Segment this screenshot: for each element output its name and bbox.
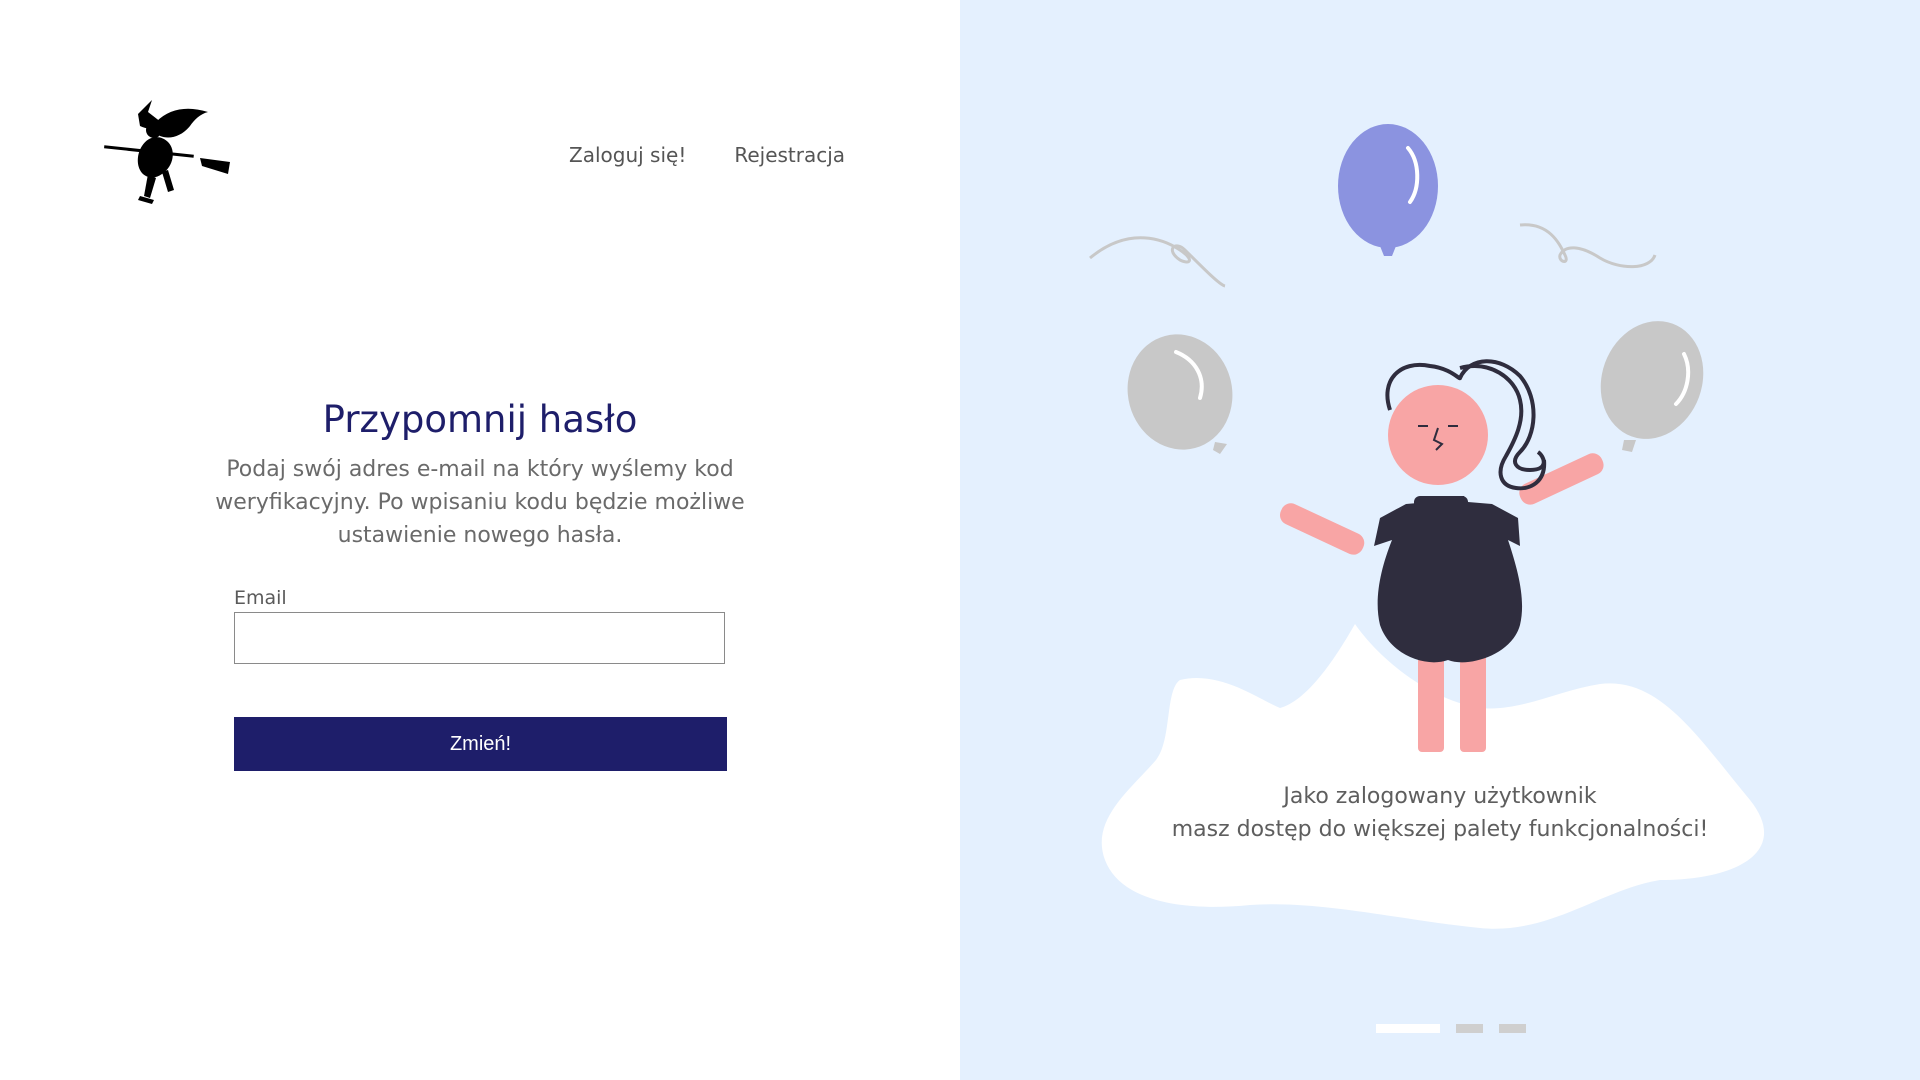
- promo-panel: Jako zalogowany użytkownik masz dostęp d…: [960, 0, 1920, 1080]
- slide-dot-1[interactable]: [1376, 1024, 1440, 1033]
- submit-button[interactable]: Zmień!: [234, 717, 727, 771]
- email-field[interactable]: [234, 612, 725, 664]
- slide-indicator: [1376, 1024, 1526, 1033]
- login-link[interactable]: Zaloguj się!: [569, 143, 686, 167]
- slide-dot-3[interactable]: [1499, 1024, 1526, 1033]
- email-label: Email: [234, 587, 287, 609]
- form-description: Podaj swój adres e-mail na który wyślemy…: [215, 457, 745, 548]
- page-title: Przypomnij hasło: [322, 398, 638, 441]
- balloon-gray-right-icon: [1600, 321, 1704, 452]
- witch-on-broom-icon[interactable]: [104, 100, 234, 206]
- reset-password-form: Przypomnij hasło Podaj swój adres e-mail…: [0, 398, 960, 771]
- top-nav: Zaloguj się! Rejestracja: [569, 143, 845, 167]
- swirl-right: [1519, 223, 1657, 269]
- register-link[interactable]: Rejestracja: [734, 143, 845, 167]
- balloon-gray-left-icon: [1127, 334, 1233, 454]
- slide-dot-2[interactable]: [1456, 1024, 1483, 1033]
- swirl-left: [1089, 236, 1226, 288]
- celebration-illustration: [1089, 124, 1765, 929]
- form-panel: Zaloguj się! Rejestracja Przypomnij hasł…: [0, 0, 960, 1080]
- balloon-blue-icon: [1338, 124, 1438, 256]
